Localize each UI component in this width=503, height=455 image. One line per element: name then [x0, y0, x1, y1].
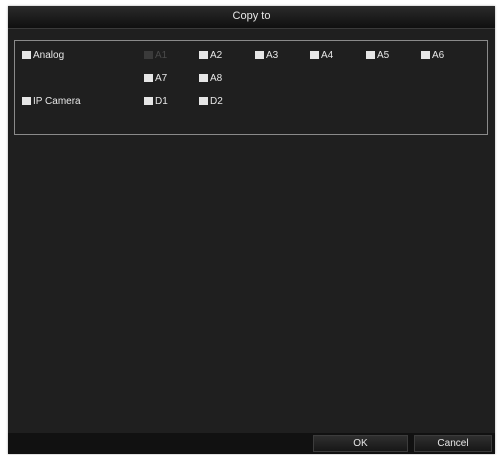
dialog-content: Analog A1 A2 A3 A4 A5 A6 A7 A8 IP Camera… — [8, 29, 495, 433]
analog-group-label: Analog — [33, 49, 65, 61]
analog-group-checkbox[interactable]: Analog — [22, 49, 64, 61]
checkbox-icon — [22, 97, 31, 105]
channel-checkbox-a5[interactable]: A5 — [366, 49, 389, 61]
channel-checkbox-d2[interactable]: D2 — [199, 95, 223, 107]
channel-checkbox-a2[interactable]: A2 — [199, 49, 222, 61]
checkbox-icon — [144, 51, 153, 59]
checkbox-icon — [144, 74, 153, 82]
dialog-footer: OK Cancel — [8, 433, 495, 454]
channel-label-a2: A2 — [210, 49, 223, 61]
checkbox-icon — [366, 51, 375, 59]
channel-checkbox-a4[interactable]: A4 — [310, 49, 333, 61]
channel-label-a1: A1 — [155, 49, 168, 61]
ip-camera-group-label: IP Camera — [33, 95, 81, 107]
checkbox-icon — [421, 51, 430, 59]
channel-label-a8: A8 — [210, 72, 223, 84]
channel-label-d2: D2 — [210, 95, 223, 107]
checkbox-icon — [310, 51, 319, 59]
channel-label-d1: D1 — [155, 95, 168, 107]
channel-checkbox-a6[interactable]: A6 — [421, 49, 444, 61]
checkbox-icon — [199, 97, 208, 105]
channel-checkbox-a3[interactable]: A3 — [255, 49, 278, 61]
channel-checkbox-a7[interactable]: A7 — [144, 72, 167, 84]
checkbox-icon — [199, 51, 208, 59]
channel-checkbox-d1[interactable]: D1 — [144, 95, 168, 107]
channel-label-a6: A6 — [432, 49, 445, 61]
cancel-button[interactable]: Cancel — [414, 435, 492, 452]
checkbox-icon — [144, 97, 153, 105]
dialog-title: Copy to — [232, 10, 271, 22]
channel-label-a3: A3 — [266, 49, 279, 61]
checkbox-icon — [199, 74, 208, 82]
channel-selection-panel: Analog A1 A2 A3 A4 A5 A6 A7 A8 IP Camera… — [14, 40, 488, 135]
ip-camera-group-checkbox[interactable]: IP Camera — [22, 95, 81, 107]
checkbox-icon — [255, 51, 264, 59]
channel-checkbox-a8[interactable]: A8 — [199, 72, 222, 84]
copy-to-dialog: Copy to Analog A1 A2 A3 A4 A5 A6 A7 A8 I… — [8, 6, 495, 454]
channel-label-a5: A5 — [377, 49, 390, 61]
dialog-titlebar: Copy to — [8, 6, 495, 29]
channel-label-a7: A7 — [155, 72, 168, 84]
channel-checkbox-a1: A1 — [144, 49, 167, 61]
checkbox-icon — [22, 51, 31, 59]
channel-label-a4: A4 — [321, 49, 334, 61]
ok-button[interactable]: OK — [313, 435, 408, 452]
